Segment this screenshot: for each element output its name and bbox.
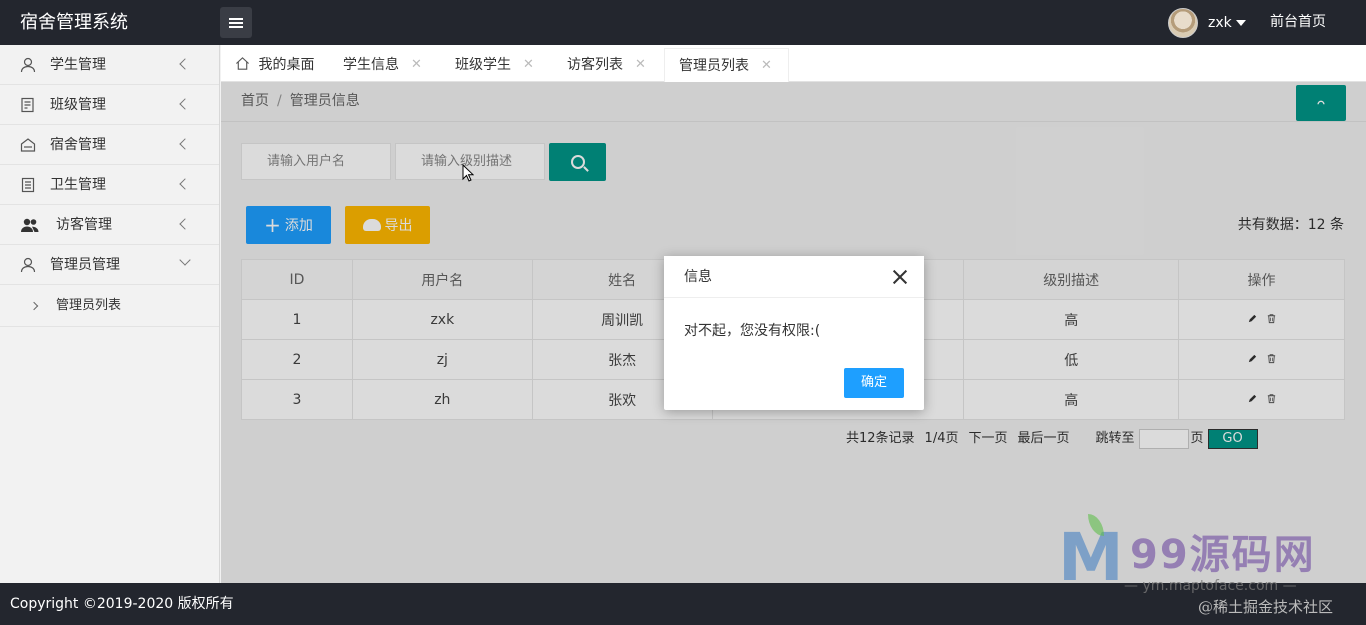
close-icon[interactable]: ✕	[411, 48, 422, 82]
mouse-cursor-icon	[462, 164, 474, 182]
tab-desktop[interactable]: 我的桌面	[235, 48, 314, 82]
chevron-left-icon	[179, 98, 191, 110]
sidebar-item-student[interactable]: 学生管理	[0, 45, 219, 85]
sidebar-item-label: 卫生管理	[50, 177, 106, 193]
close-icon[interactable]	[892, 269, 908, 285]
tab-label: 学生信息	[343, 57, 399, 73]
chevron-right-icon	[29, 301, 39, 311]
sidebar-item-label: 管理员管理	[50, 257, 120, 273]
watermark: M 99源码网 — ym.maptoface.com — @稀土掘金技术社区	[1058, 514, 1358, 620]
sidebar-item-label: 学生管理	[50, 57, 106, 73]
front-home-link[interactable]: 前台首页	[1270, 0, 1326, 45]
watermark-logo: M	[1058, 519, 1124, 596]
tab-student-info[interactable]: 学生信息 ✕	[343, 48, 427, 82]
dialog-title-text: 信息	[684, 269, 712, 285]
tab-label: 管理员列表	[679, 58, 749, 74]
dorm-icon	[20, 138, 36, 152]
watermark-credit: @稀土掘金技术社区	[1198, 598, 1334, 616]
watermark-url: — ym.maptoface.com —	[1124, 578, 1297, 594]
clipboard-icon	[21, 177, 35, 193]
chevron-left-icon	[179, 218, 191, 230]
avatar	[1168, 7, 1198, 38]
tab-label: 班级学生	[455, 57, 511, 73]
top-header: 宿舍管理系统 zxk 前台首页	[0, 0, 1366, 45]
chevron-left-icon	[179, 138, 191, 150]
user-menu[interactable]: zxk	[1168, 7, 1246, 38]
confirm-button[interactable]: 确定	[844, 368, 904, 398]
copyright-text: Copyright ©2019-2020 版权所有	[10, 596, 234, 612]
app-title: 宿舍管理系统	[20, 12, 128, 33]
sidebar: 学生管理 班级管理 宿舍管理 卫生管理 访客管理 管理员管理 管理员列表	[0, 45, 220, 583]
sidebar-item-label: 班级管理	[50, 97, 106, 113]
close-icon[interactable]: ✕	[523, 48, 534, 82]
tab-visitor-list[interactable]: 访客列表 ✕	[567, 48, 651, 82]
tab-admin-list[interactable]: 管理员列表 ✕	[664, 48, 789, 82]
info-dialog: 信息 对不起，您没有权限:( 确定	[664, 256, 924, 410]
sidebar-item-visitor[interactable]: 访客管理	[0, 205, 219, 245]
tab-bar: 我的桌面 学生信息 ✕ 班级学生 ✕ 访客列表 ✕ 管理员列表 ✕	[221, 45, 1366, 82]
dialog-message: 对不起，您没有权限:(	[684, 323, 821, 339]
chevron-down-icon	[179, 254, 191, 266]
users-icon	[21, 218, 39, 232]
close-icon[interactable]: ✕	[635, 48, 646, 82]
document-icon	[21, 97, 34, 113]
sidebar-item-dorm[interactable]: 宿舍管理	[0, 125, 219, 165]
chevron-left-icon	[179, 178, 191, 190]
close-icon[interactable]: ✕	[761, 49, 772, 83]
sidebar-item-label: 访客管理	[56, 217, 112, 233]
sidebar-subitem-admin-list[interactable]: 管理员列表	[0, 285, 219, 327]
user-icon	[20, 57, 36, 73]
tab-label: 访客列表	[567, 57, 623, 73]
sidebar-item-label: 宿舍管理	[50, 137, 106, 153]
sidebar-subitem-label: 管理员列表	[56, 298, 122, 313]
home-icon	[236, 57, 249, 70]
watermark-brand: 99源码网	[1130, 532, 1316, 578]
sidebar-item-hygiene[interactable]: 卫生管理	[0, 165, 219, 205]
tab-class-students[interactable]: 班级学生 ✕	[455, 48, 539, 82]
caret-down-icon	[1235, 19, 1246, 26]
menu-toggle-button[interactable]	[220, 7, 252, 38]
hamburger-icon	[229, 21, 243, 24]
dialog-title: 信息	[664, 256, 924, 298]
username: zxk	[1208, 14, 1232, 31]
chevron-left-icon	[179, 58, 191, 70]
tab-label: 我的桌面	[258, 57, 315, 73]
sidebar-item-class[interactable]: 班级管理	[0, 85, 219, 125]
sidebar-item-admin[interactable]: 管理员管理	[0, 245, 219, 285]
admin-icon	[20, 257, 36, 273]
